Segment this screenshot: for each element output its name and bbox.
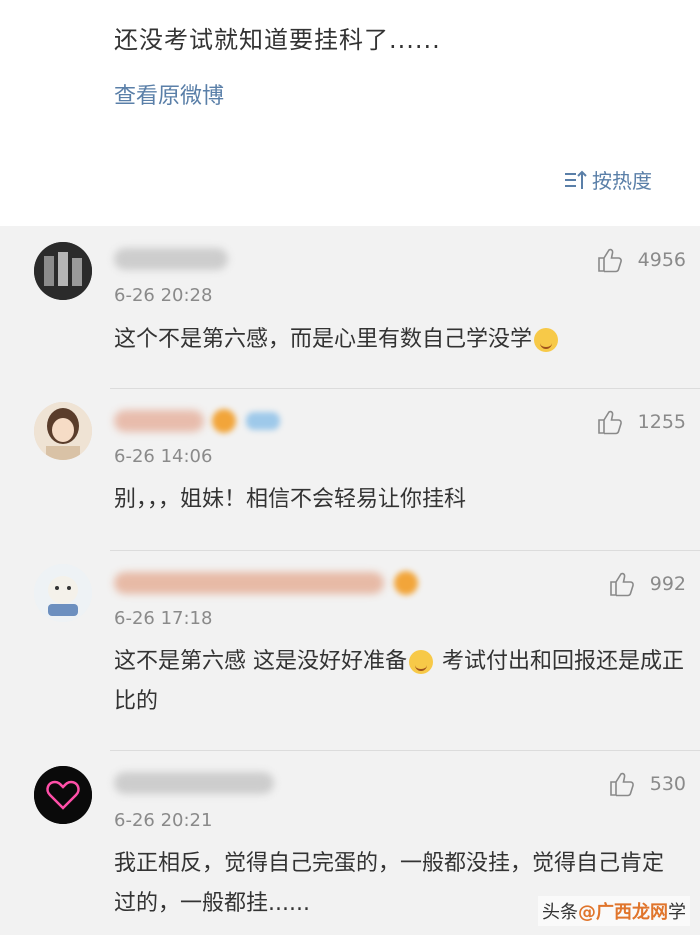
watermark-suffix: 学 (668, 902, 686, 923)
comment-time: 6-26 20:21 (114, 810, 213, 831)
thumbs-up-icon (609, 772, 634, 797)
like-button[interactable]: 1255 (596, 408, 686, 436)
comment-text-body: 这个不是第六感，而是心里有数自己学没学 (114, 327, 533, 352)
avatar-image-icon (34, 402, 92, 460)
watermark: 头条@广西龙网学 (538, 896, 690, 926)
avatar[interactable] (34, 242, 92, 300)
like-count: 4956 (637, 249, 686, 271)
vip-badge-icon (394, 571, 418, 595)
username-blurred[interactable] (114, 410, 204, 432)
like-button[interactable]: 530 (608, 770, 686, 798)
level-badge-icon (246, 412, 280, 430)
like-button[interactable]: 992 (608, 570, 686, 598)
vip-badge-icon (212, 409, 236, 433)
thumbs-up-icon (597, 248, 622, 273)
like-count: 1255 (637, 411, 686, 433)
avatar-image-icon (34, 242, 92, 300)
avatar[interactable] (34, 402, 92, 460)
username-blurred[interactable] (114, 772, 274, 794)
like-button[interactable]: 4956 (596, 246, 686, 274)
laugh-tears-icon (409, 650, 433, 674)
thumbs-up-icon (609, 572, 634, 597)
comment-text: 别，，，姐妹！相信不会轻易让你挂科 (114, 487, 467, 512)
avatar[interactable] (34, 766, 92, 824)
watermark-prefix: 头条 (542, 902, 578, 923)
sort-by-hot-button[interactable]: 按热度 (564, 165, 652, 194)
comment-item: 4956 6-26 20:28 这个不是第六感，而是心里有数自己学没学 (0, 226, 700, 389)
comment-time: 6-26 20:28 (114, 285, 213, 306)
view-original-link[interactable]: 查看原微博 (114, 78, 224, 110)
like-count: 992 (649, 573, 686, 595)
avatar-image-icon (34, 766, 92, 824)
thumbs-up-icon (597, 410, 622, 435)
comment-text: 这个不是第六感，而是心里有数自己学没学 (114, 320, 684, 360)
username-blurred[interactable] (114, 572, 384, 594)
post-text: 还没考试就知道要挂科了...... (114, 26, 441, 54)
username-blurred[interactable] (114, 248, 228, 270)
post-header: 还没考试就知道要挂科了...... 查看原微博 按热度 (0, 0, 700, 226)
sort-label: 按热度 (592, 169, 652, 193)
comment-item: 992 6-26 17:18 这不是第六感 这是没好好准备 考试付出和回报还是成… (0, 550, 700, 751)
sort-icon (565, 170, 587, 189)
comment-item: 1255 6-26 14:06 别，，，姐妹！相信不会轻易让你挂科 (0, 388, 700, 551)
avatar[interactable] (34, 564, 92, 622)
avatar-image-icon (34, 564, 92, 622)
watermark-brand: @广西龙网 (578, 902, 668, 923)
comment-time: 6-26 14:06 (114, 446, 213, 467)
comment-text: 这不是第六感 这是没好好准备 考试付出和回报还是成正比的 (114, 642, 684, 722)
like-count: 530 (649, 773, 686, 795)
yum-face-icon (534, 328, 559, 352)
comment-time: 6-26 17:18 (114, 608, 213, 629)
comment-text-part1: 这不是第六感 这是没好好准备 (114, 649, 407, 674)
